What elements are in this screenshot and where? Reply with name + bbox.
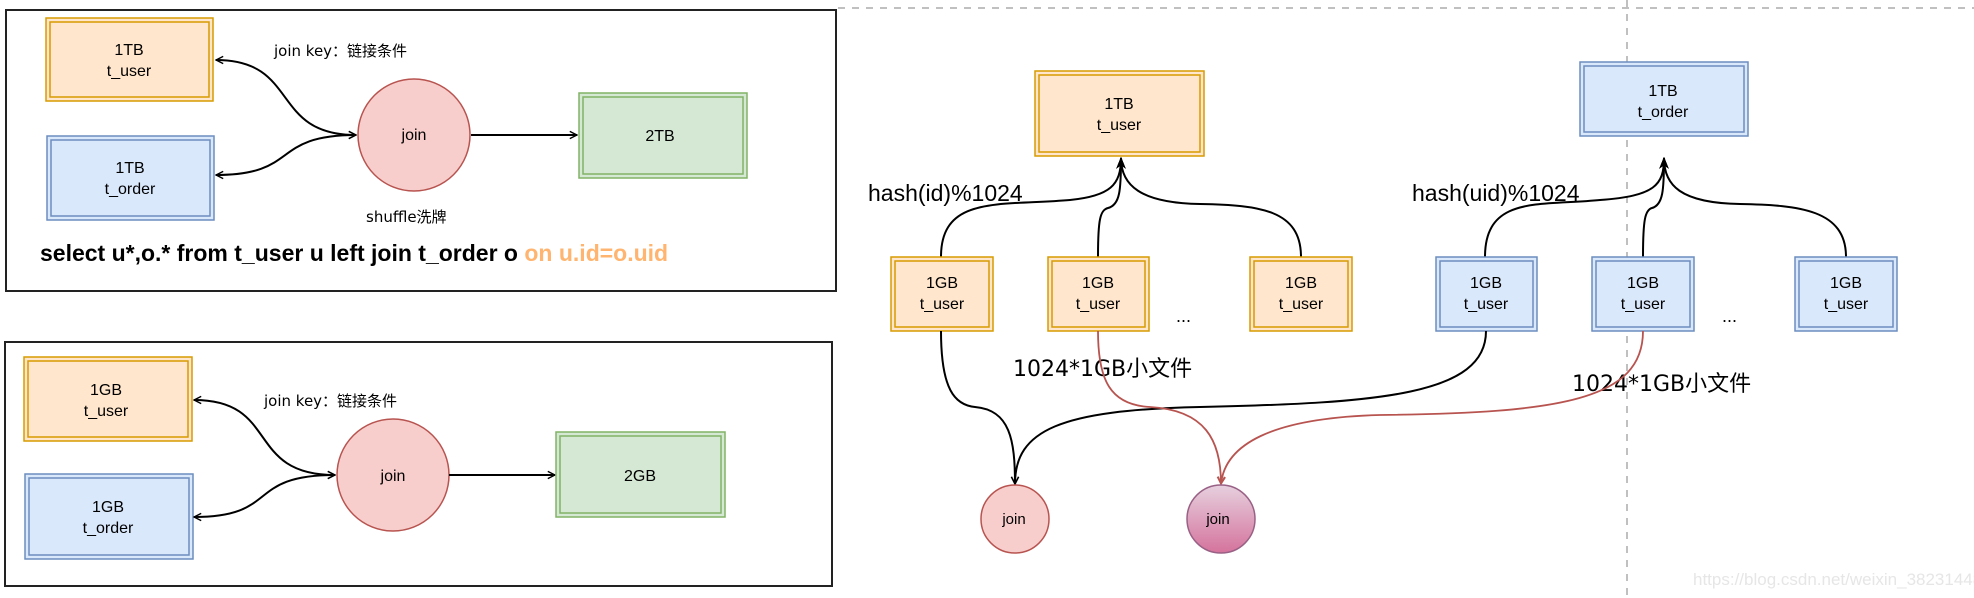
bucket-order-2-table: t_user: [1621, 296, 1666, 313]
tb-user-table: t_user: [107, 63, 152, 80]
tb-user-box[interactable]: 1TB t_user: [45, 17, 214, 102]
bucket-user-source-size: 1TB: [1104, 96, 1133, 113]
gb-join-key-label: join key：链接条件: [263, 392, 397, 410]
gb-result-label: 2GB: [624, 468, 656, 485]
bucket-order-3-table: t_user: [1824, 296, 1869, 313]
bucket-order-1-size: 1GB: [1470, 275, 1502, 292]
bucket-order-box-3[interactable]: 1GB t_user: [1794, 256, 1898, 332]
gb-result-box[interactable]: 2GB: [555, 431, 726, 518]
edge-order-bucket1-to-join1: [1015, 330, 1487, 484]
panel-tb-join: 1TB t_user 1TB t_order join key：链接条件 joi…: [5, 9, 837, 292]
bucket-order-group: 1TB t_order hash(uid)%1024 1GB t_user 1G…: [1412, 61, 1898, 397]
tb-order-box[interactable]: 1TB t_order: [46, 135, 215, 221]
gb-join-node[interactable]: join: [336, 418, 450, 532]
gb-order-box[interactable]: 1GB t_order: [24, 473, 194, 560]
tb-order-size: 1TB: [115, 160, 144, 177]
tb-user-size: 1TB: [114, 42, 143, 59]
bucket-user-source-table: t_user: [1097, 117, 1142, 134]
tb-result-label: 2TB: [645, 128, 674, 145]
bucket-user-edge-3: [1116, 156, 1302, 258]
bucket-user-hash-label: hash(id)%1024: [868, 180, 1023, 206]
bucket-order-files-label: 1024*1GB小文件: [1572, 372, 1751, 397]
bucket-user-1-size: 1GB: [926, 275, 958, 292]
bucket-join-2-label: join: [1205, 511, 1229, 528]
bucket-user-edge-2: [1097, 156, 1126, 258]
panel-gb-join: 1GB t_user 1GB t_order join key：链接条件 joi…: [4, 341, 833, 587]
bucket-user-3-table: t_user: [1279, 296, 1324, 313]
tb-order-table: t_order: [105, 181, 156, 198]
sql-statement: select u*,o.* from t_user u left join t_…: [40, 240, 668, 266]
bucket-user-box-1[interactable]: 1GB t_user: [890, 256, 994, 332]
bucket-order-edge-1: [1484, 156, 1669, 258]
gb-order-table: t_order: [83, 520, 134, 537]
bucket-order-hash-label: hash(uid)%1024: [1412, 180, 1580, 206]
sql-main: select u*,o.* from t_user u left join t_…: [40, 240, 524, 266]
bucket-order-2-size: 1GB: [1627, 275, 1659, 292]
bucket-user-source-box[interactable]: 1TB t_user: [1034, 70, 1205, 157]
gb-user-table: t_user: [84, 403, 129, 420]
tb-join-key-label: join key：链接条件: [273, 42, 407, 60]
bucket-order-ellipsis: ...: [1722, 306, 1737, 326]
gb-user-box[interactable]: 1GB t_user: [23, 356, 193, 442]
bucket-join-node-2[interactable]: join: [1186, 484, 1256, 554]
bucket-user-3-size: 1GB: [1285, 275, 1317, 292]
bucket-order-box-2[interactable]: 1GB t_user: [1591, 256, 1695, 332]
bucket-join-1-label: join: [1001, 511, 1025, 528]
bucket-user-2-table: t_user: [1076, 296, 1121, 313]
diagram-canvas: 1TB t_user 1TB t_order join key：链接条件 joi…: [4, 0, 1974, 598]
gb-order-size: 1GB: [92, 499, 124, 516]
bucket-order-box-1[interactable]: 1GB t_user: [1435, 256, 1538, 332]
bucket-order-source-table: t_order: [1638, 104, 1689, 121]
bucket-user-1-table: t_user: [920, 296, 965, 313]
bucket-user-ellipsis: ...: [1176, 306, 1191, 326]
bucket-order-edge-2: [1642, 156, 1669, 258]
watermark: https://blog.csdn.net/weixin_38231448: [1693, 570, 1974, 589]
bucket-order-1-table: t_user: [1464, 296, 1509, 313]
bucket-order-source-size: 1TB: [1648, 83, 1677, 100]
gb-join-label: join: [380, 468, 406, 485]
bucket-join-node-1[interactable]: join: [980, 484, 1050, 554]
tb-join-label: join: [401, 127, 427, 144]
edge-order-bucket2-to-join2: [1221, 330, 1644, 484]
tb-join-node[interactable]: join: [357, 78, 471, 192]
tb-result-box[interactable]: 2TB: [578, 92, 748, 179]
edge-user-bucket1-to-join1: [940, 330, 1015, 484]
bucket-order-3-size: 1GB: [1830, 275, 1862, 292]
bucket-order-edge-3: [1659, 156, 1847, 258]
bucket-user-box-2[interactable]: 1GB t_user: [1047, 256, 1150, 332]
shuffle-label: shuffle洗牌: [366, 208, 447, 226]
bucket-user-box-3[interactable]: 1GB t_user: [1249, 256, 1353, 332]
bucket-order-source-box[interactable]: 1TB t_order: [1579, 61, 1749, 137]
gb-user-size: 1GB: [90, 382, 122, 399]
bucket-user-edge-1: [940, 156, 1126, 258]
sql-condition: on u.id=o.uid: [524, 240, 668, 266]
bucket-user-2-size: 1GB: [1082, 275, 1114, 292]
